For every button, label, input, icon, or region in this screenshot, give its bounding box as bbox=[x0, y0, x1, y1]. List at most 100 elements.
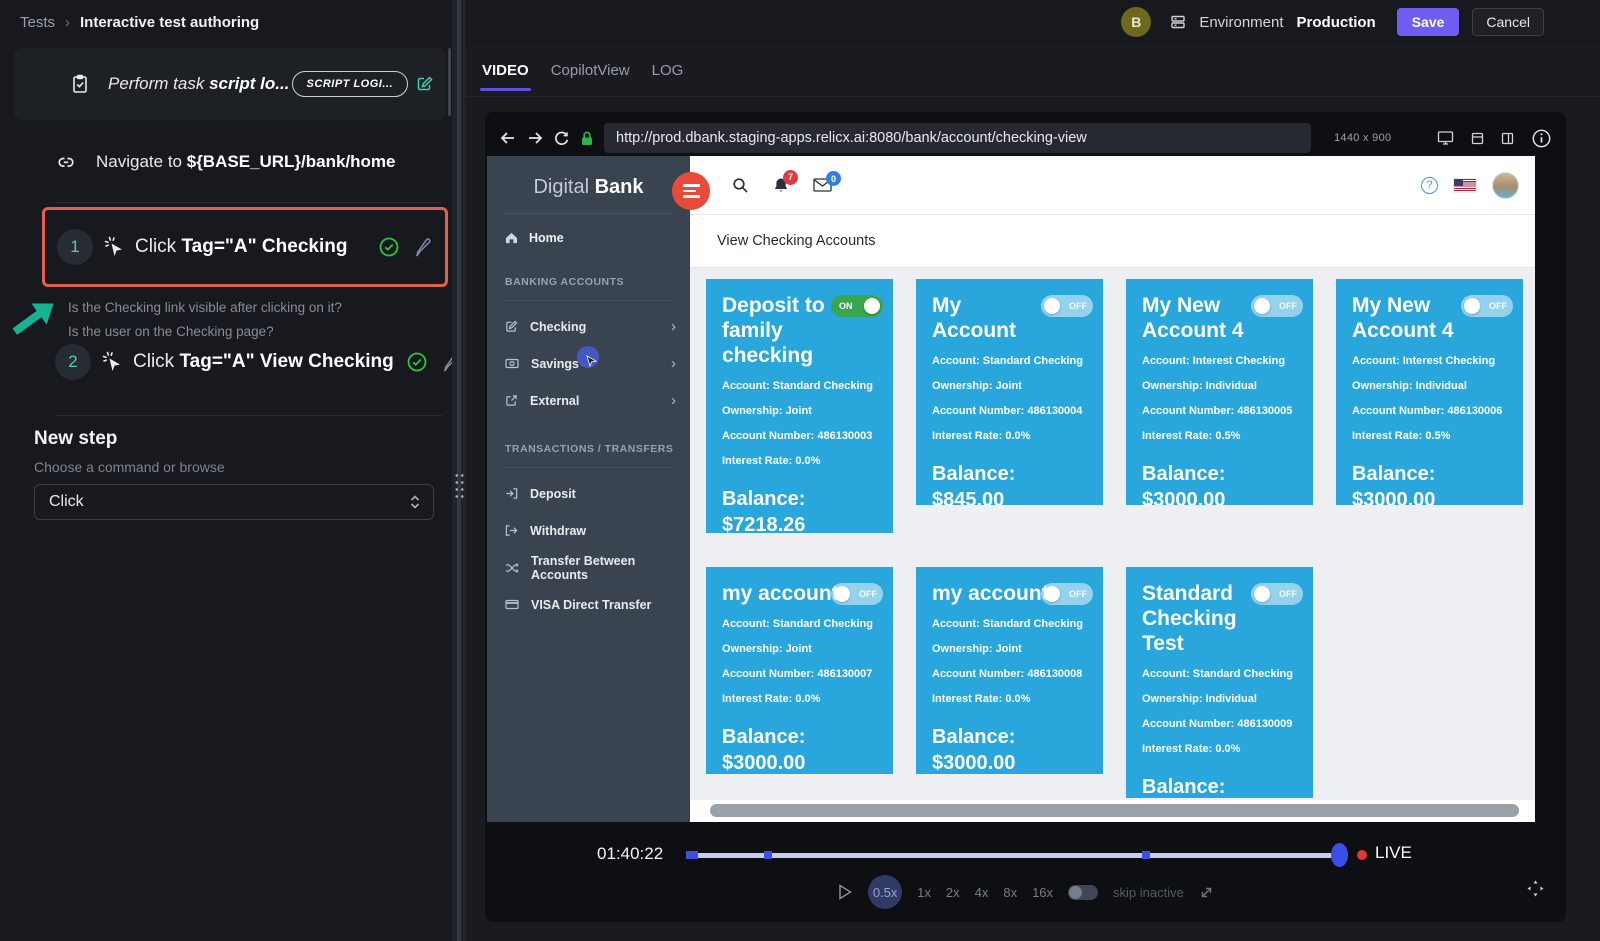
panel-scrollbar[interactable] bbox=[448, 48, 451, 116]
account-rate: Interest Rate: 0.0% bbox=[722, 449, 877, 474]
account-name: My New Account 4 bbox=[1352, 293, 1456, 343]
account-toggle[interactable]: OFF bbox=[1041, 295, 1093, 317]
fullscreen-icon[interactable] bbox=[1199, 885, 1214, 900]
playback-scrubber-knob[interactable] bbox=[1331, 843, 1348, 867]
edit-step-icon[interactable] bbox=[412, 238, 431, 257]
edit-script-icon[interactable] bbox=[416, 75, 434, 93]
speed-2x[interactable]: 2x bbox=[946, 885, 960, 900]
account-toggle[interactable]: OFF bbox=[1251, 583, 1303, 605]
window-restore-icon[interactable] bbox=[1471, 132, 1484, 145]
progress-marker[interactable] bbox=[1142, 851, 1150, 859]
account-toggle[interactable]: OFF bbox=[1461, 295, 1513, 317]
move-handle-icon[interactable] bbox=[1527, 880, 1544, 897]
window-panel-icon[interactable] bbox=[1501, 132, 1514, 145]
reload-icon[interactable] bbox=[553, 130, 570, 147]
script-logic-button[interactable]: SCRIPT LOGI... bbox=[292, 71, 408, 97]
monitor-icon[interactable] bbox=[1437, 130, 1454, 146]
tab-copilotview[interactable]: CopilotView bbox=[551, 62, 630, 79]
account-card[interactable]: OFF my account Account: Standard Checkin… bbox=[916, 567, 1103, 774]
account-card[interactable]: OFF Standard Checking Test Account: Stan… bbox=[1126, 567, 1313, 798]
user-avatar[interactable]: B bbox=[1121, 7, 1151, 37]
account-balance: Balance:$3000.00 bbox=[1352, 461, 1507, 505]
notifications-bell[interactable]: 7 bbox=[773, 177, 789, 194]
bank-menu-button[interactable] bbox=[672, 172, 710, 210]
speed-16x[interactable]: 16x bbox=[1032, 885, 1053, 900]
step-2[interactable]: 2 Click Tag="A" View Checking bbox=[55, 344, 459, 380]
account-card[interactable]: OFF My Account Account: Standard Checkin… bbox=[916, 279, 1103, 505]
splitter-grip-icon[interactable] bbox=[454, 472, 465, 500]
bank-nav-home[interactable]: Home bbox=[505, 231, 690, 245]
speed-4x[interactable]: 4x bbox=[975, 885, 989, 900]
toggle-knob bbox=[1254, 298, 1270, 314]
account-toggle[interactable]: OFF bbox=[1251, 295, 1303, 317]
cancel-button[interactable]: Cancel bbox=[1472, 8, 1544, 36]
bank-nav-deposit[interactable]: Deposit bbox=[505, 482, 676, 505]
bank-user-avatar[interactable] bbox=[1492, 172, 1519, 199]
toggle-label: OFF bbox=[1489, 301, 1507, 311]
divider bbox=[505, 213, 672, 214]
account-card[interactable]: OFF My New Account 4 Account: Interest C… bbox=[1336, 279, 1523, 505]
search-icon[interactable] bbox=[732, 177, 749, 194]
forward-icon[interactable] bbox=[526, 129, 544, 147]
bank-nav-visa-transfer[interactable]: VISA Direct Transfer bbox=[505, 593, 676, 616]
toggle-knob bbox=[1069, 886, 1082, 899]
navigate-step-label: Navigate to ${BASE_URL}/bank/home bbox=[96, 152, 396, 172]
info-icon[interactable] bbox=[1531, 128, 1552, 149]
tab-video[interactable]: VIDEO bbox=[482, 62, 529, 79]
bank-nav-withdraw[interactable]: Withdraw bbox=[505, 519, 676, 542]
bank-nav-external[interactable]: External › bbox=[505, 389, 676, 412]
speed-8x[interactable]: 8x bbox=[1003, 885, 1017, 900]
skip-inactive-toggle[interactable] bbox=[1068, 885, 1098, 900]
panel-splitter[interactable] bbox=[452, 0, 466, 941]
task-step-card[interactable]: Perform task script lo... SCRIPT LOGI... bbox=[14, 48, 446, 120]
back-icon[interactable] bbox=[499, 129, 517, 147]
account-number: Account Number: 486130004 bbox=[932, 399, 1087, 424]
click-cursor-icon bbox=[103, 235, 127, 259]
tab-log[interactable]: LOG bbox=[652, 62, 684, 79]
help-icon[interactable]: ? bbox=[1421, 177, 1438, 194]
account-toggle[interactable]: OFF bbox=[831, 583, 883, 605]
message-badge: 0 bbox=[826, 171, 841, 186]
save-button[interactable]: Save bbox=[1397, 8, 1460, 36]
speed-1x[interactable]: 1x bbox=[917, 885, 931, 900]
breadcrumb-separator-icon: › bbox=[65, 14, 70, 31]
account-toggle[interactable]: OFF bbox=[1041, 583, 1093, 605]
url-bar[interactable]: http://prod.dbank.staging-apps.relicx.ai… bbox=[604, 123, 1311, 153]
navigate-step[interactable]: Navigate to ${BASE_URL}/bank/home bbox=[56, 138, 396, 186]
account-toggle[interactable]: ON bbox=[831, 295, 883, 317]
account-ownership: Ownership: Individual bbox=[1142, 374, 1297, 399]
account-card[interactable]: ON Deposit to family checking Account: S… bbox=[706, 279, 893, 533]
speed-0.5x[interactable]: 0.5x bbox=[868, 875, 902, 909]
bank-page-title: View Checking Accounts bbox=[717, 233, 876, 249]
breadcrumb-root[interactable]: Tests bbox=[20, 14, 55, 31]
credit-card-icon bbox=[505, 599, 519, 610]
bank-nav-savings[interactable]: Savings › bbox=[505, 352, 676, 375]
account-rate: Interest Rate: 0.0% bbox=[1142, 737, 1297, 762]
scrollbar-thumb[interactable] bbox=[710, 804, 1519, 817]
progress-marker[interactable] bbox=[686, 851, 698, 859]
play-icon[interactable] bbox=[837, 883, 853, 901]
sign-in-icon bbox=[505, 487, 518, 500]
bank-horizontal-scrollbar[interactable] bbox=[690, 800, 1535, 822]
account-card[interactable]: OFF My New Account 4 Account: Interest C… bbox=[1126, 279, 1313, 505]
command-select[interactable]: Click bbox=[34, 484, 434, 520]
step-1-highlighted[interactable]: 1 Click Tag="A" Checking bbox=[42, 207, 448, 287]
progress-marker[interactable] bbox=[764, 851, 772, 859]
environment-icon bbox=[1170, 14, 1186, 30]
external-link-icon bbox=[505, 394, 518, 407]
environment-value[interactable]: Production bbox=[1297, 14, 1376, 31]
assertion-pointer-icon bbox=[5, 289, 65, 346]
account-card[interactable]: OFF my account Account: Standard Checkin… bbox=[706, 567, 893, 774]
toggle-label: OFF bbox=[1069, 301, 1087, 311]
messages-envelope[interactable]: 0 bbox=[813, 178, 832, 192]
account-rate: Interest Rate: 0.5% bbox=[1352, 424, 1507, 449]
bank-nav-transfer[interactable]: Transfer Between Accounts bbox=[505, 556, 676, 579]
toggle-knob bbox=[864, 298, 880, 314]
bank-nav-checking[interactable]: Checking › bbox=[505, 315, 676, 338]
account-ownership: Ownership: Individual bbox=[1352, 374, 1507, 399]
playback-progress-bar[interactable] bbox=[686, 853, 1342, 858]
language-flag-icon[interactable] bbox=[1454, 179, 1476, 192]
playback-time: 01:40:22 bbox=[597, 844, 663, 864]
account-type: Account: Interest Checking bbox=[1142, 349, 1297, 374]
session-video-viewer: http://prod.dbank.staging-apps.relicx.ai… bbox=[485, 112, 1566, 922]
